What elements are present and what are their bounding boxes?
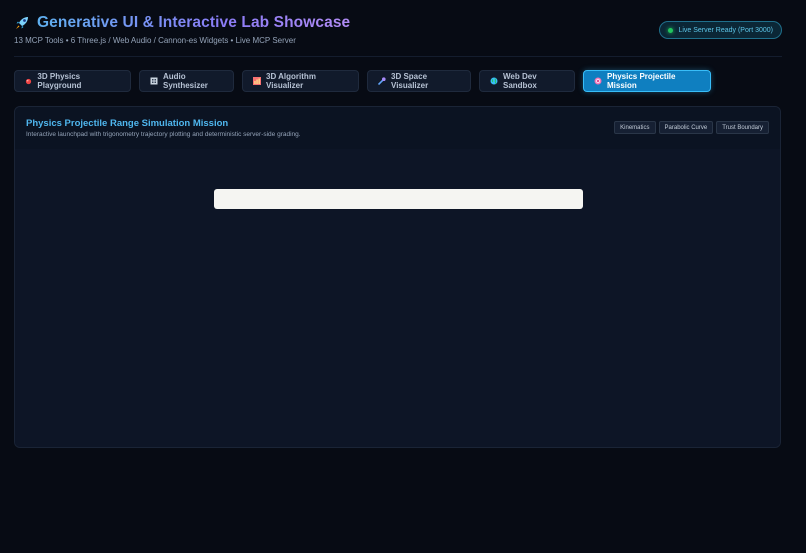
tab-3d-physics-playground[interactable]: 3D Physics Playground <box>14 70 131 92</box>
status-dot-icon <box>668 27 674 33</box>
mission-panel: Physics Projectile Range Simulation Miss… <box>14 106 781 448</box>
tab-label: Web Dev Sandbox <box>503 72 537 90</box>
globe-icon <box>490 77 498 85</box>
tab-3d-algorithm-visualizer[interactable]: 3D Algorithm Visualizer <box>242 70 359 92</box>
tab-label: 3D Algorithm Visualizer <box>266 72 316 90</box>
server-status-label: Live Server Ready (Port 3000) <box>678 26 773 34</box>
red-dot-icon <box>25 77 32 85</box>
tab-3d-space-visualizer[interactable]: 3D Space Visualizer <box>367 70 471 92</box>
grid-icon <box>150 77 158 85</box>
tag-parabolic-curve: Parabolic Curve <box>658 121 714 134</box>
tab-label: Physics Projectile Mission <box>607 72 676 90</box>
widget-loading-bar <box>214 189 583 209</box>
comet-icon <box>378 77 386 85</box>
rocket-icon <box>16 17 28 29</box>
widget-viewport[interactable] <box>15 149 780 447</box>
target-icon <box>594 77 602 85</box>
header-divider <box>14 56 782 57</box>
panel-description: Interactive launchpad with trigonometry … <box>26 131 301 138</box>
tab-label: 3D Physics Playground <box>37 72 82 90</box>
tab-bar: 3D Physics Playground Audio Synthesizer … <box>14 70 711 92</box>
tag-trust-boundary: Trust Boundary <box>716 121 769 134</box>
page-title: Generative UI & Interactive Lab Showcase <box>37 14 351 31</box>
tab-label: Audio Synthesizer <box>163 72 208 90</box>
tab-label: 3D Space Visualizer <box>391 72 429 90</box>
panel-title: Physics Projectile Range Simulation Miss… <box>26 118 229 129</box>
panel-header: Physics Projectile Range Simulation Miss… <box>15 107 780 150</box>
bar-chart-icon <box>253 77 261 85</box>
tab-physics-projectile-mission[interactable]: Physics Projectile Mission <box>583 70 711 92</box>
tab-web-dev-sandbox[interactable]: Web Dev Sandbox <box>479 70 575 92</box>
tag-list: Kinematics Parabolic Curve Trust Boundar… <box>614 121 769 134</box>
server-status-badge: Live Server Ready (Port 3000) <box>659 21 782 39</box>
tab-audio-synthesizer[interactable]: Audio Synthesizer <box>139 70 234 92</box>
tag-kinematics: Kinematics <box>614 121 656 134</box>
